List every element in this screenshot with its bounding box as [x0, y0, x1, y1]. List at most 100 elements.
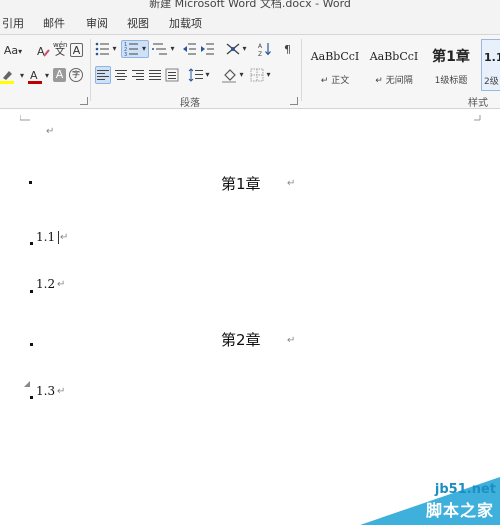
paragraph-mark: ↵	[287, 335, 296, 346]
group-separator	[301, 39, 302, 101]
chapter-heading[interactable]: 第2章	[221, 329, 261, 350]
section-item[interactable]: 1.2	[36, 277, 55, 291]
svg-text:A: A	[37, 45, 45, 58]
enclose-characters-button[interactable]: 字	[69, 68, 83, 82]
multilevel-list-icon	[152, 43, 167, 55]
style-normal-mark: ↵	[320, 76, 329, 86]
distributed-button[interactable]	[165, 67, 179, 83]
sort-button[interactable]: A Z	[258, 41, 272, 57]
style-heading-2-sample: 1.1	[484, 51, 500, 64]
styles-group-label: 样式	[468, 98, 488, 109]
phonetic-guide-button[interactable]: wén 文	[53, 41, 67, 58]
section-item[interactable]: 1.1	[36, 230, 55, 244]
svg-text:¶: ¶	[284, 43, 291, 56]
font-color-dropdown[interactable]: ▾	[43, 68, 51, 84]
tab-references[interactable]: 引用	[2, 15, 24, 31]
list-bullet	[30, 290, 33, 293]
justify-icon	[149, 70, 161, 80]
highlighter-icon	[0, 71, 14, 84]
increase-indent-button[interactable]	[200, 41, 215, 57]
chapter-heading[interactable]: 第1章	[221, 173, 261, 194]
align-left-icon	[97, 70, 109, 80]
borders-icon	[250, 68, 264, 82]
svg-text:Z: Z	[258, 51, 262, 57]
tab-mailings[interactable]: 邮件	[43, 15, 65, 31]
bullets-dropdown[interactable]: ▾	[111, 41, 118, 57]
tab-add-ins[interactable]: 加载项	[169, 15, 202, 31]
watermark-url: jb51.net	[434, 482, 496, 497]
align-left-button[interactable]	[95, 66, 111, 84]
style-normal-sample: AaBbCcI	[310, 50, 360, 63]
paragraph-dialog-launcher[interactable]	[290, 97, 298, 105]
svg-text:A: A	[258, 43, 263, 50]
align-center-icon	[115, 70, 127, 80]
ribbon-tabs: 引用 邮件 审阅 视图 加载项	[0, 10, 500, 35]
style-no-spacing-caption: ↵ 无间隔	[365, 73, 423, 86]
paragraph-mark-icon: ¶	[284, 43, 291, 56]
character-border-button[interactable]: A	[70, 43, 83, 57]
enclose-characters-label: 字	[72, 70, 80, 79]
shading-dropdown[interactable]: ▾	[238, 67, 245, 83]
collapse-triangle-icon[interactable]	[24, 381, 30, 387]
svg-text:3: 3	[124, 52, 127, 57]
chinese-layout-dropdown[interactable]: ▾	[241, 41, 248, 57]
document-canvas[interactable]: ↵ 第1章 ↵ 1.1 ↵ 1.2 ↵ 第2章 ↵ 1.3 ↵	[0, 109, 500, 525]
increase-indent-icon	[201, 43, 214, 55]
character-shading-button[interactable]: A	[53, 68, 66, 82]
distributed-icon	[165, 68, 179, 82]
list-bullet	[30, 242, 33, 245]
paragraph-mark: ↵	[57, 279, 66, 290]
bullets-button[interactable]	[95, 41, 110, 57]
decrease-indent-button[interactable]	[182, 41, 197, 57]
style-heading-1-sample: 第1章	[432, 49, 470, 65]
sort-icon: A Z	[258, 43, 271, 57]
numbering-button[interactable]: 1 2 3 ▾	[121, 40, 149, 58]
window-title: 新建 Microsoft Word 文档.docx - Word	[149, 0, 351, 10]
style-heading-1[interactable]: 第1章 1级标题	[422, 39, 480, 91]
section-item[interactable]: 1.3	[36, 384, 55, 398]
style-no-spacing-sample: AaBbCcI	[369, 50, 419, 63]
shading-button[interactable]	[222, 67, 238, 83]
highlight-dropdown[interactable]: ▾	[18, 68, 26, 84]
multilevel-list-button[interactable]	[152, 41, 168, 57]
style-heading-2-name: 2级	[484, 77, 499, 87]
character-border-label: A	[72, 44, 81, 57]
align-right-icon	[132, 70, 144, 80]
chinese-layout-icon	[226, 43, 240, 55]
paragraph-group-label: 段落	[180, 98, 200, 109]
text-caret	[58, 231, 59, 244]
change-case-button[interactable]: Aa▾	[2, 43, 24, 59]
clear-formatting-button[interactable]: A	[36, 43, 50, 59]
borders-dropdown[interactable]: ▾	[265, 67, 272, 83]
change-case-label: Aa	[3, 44, 19, 57]
show-hide-marks-button[interactable]: ¶	[283, 41, 295, 57]
paint-bucket-icon	[222, 69, 236, 83]
bullets-icon	[95, 42, 109, 56]
style-heading-1-name: 1级标题	[434, 76, 468, 86]
character-shading-label: A	[55, 68, 64, 81]
ribbon: Aa▾ A wén 文 A ▾ A ▾ A 字 ▾ 1 2 3 ▾ ▾ ▾ A …	[0, 35, 500, 109]
highlight-color-button[interactable]	[0, 68, 16, 84]
tab-view[interactable]: 视图	[127, 15, 149, 31]
borders-button[interactable]	[250, 67, 264, 83]
align-center-button[interactable]	[114, 67, 128, 83]
font-dialog-launcher[interactable]	[80, 97, 88, 105]
style-heading-2[interactable]: 1.1 2级	[481, 39, 500, 91]
align-right-button[interactable]	[131, 67, 145, 83]
justify-button[interactable]	[148, 67, 162, 83]
style-normal[interactable]: AaBbCcI ↵ 正文	[306, 39, 364, 91]
group-separator	[90, 39, 91, 101]
style-no-spacing[interactable]: AaBbCcI ↵ 无间隔	[365, 39, 423, 91]
paragraph-mark: ↵	[46, 126, 55, 137]
line-spacing-dropdown[interactable]: ▾	[204, 67, 211, 83]
watermark-name: 脚本之家	[425, 501, 494, 520]
chinese-layout-button[interactable]	[225, 41, 241, 57]
multilevel-dropdown[interactable]: ▾	[169, 41, 176, 57]
font-color-button[interactable]: A	[28, 68, 42, 84]
line-spacing-button[interactable]	[188, 67, 204, 83]
tab-review[interactable]: 审阅	[86, 15, 108, 31]
list-bullet	[30, 343, 33, 346]
paragraph-mark: ↵	[60, 232, 69, 243]
paragraph-mark: ↵	[287, 178, 296, 189]
style-normal-name: 正文	[331, 76, 350, 86]
